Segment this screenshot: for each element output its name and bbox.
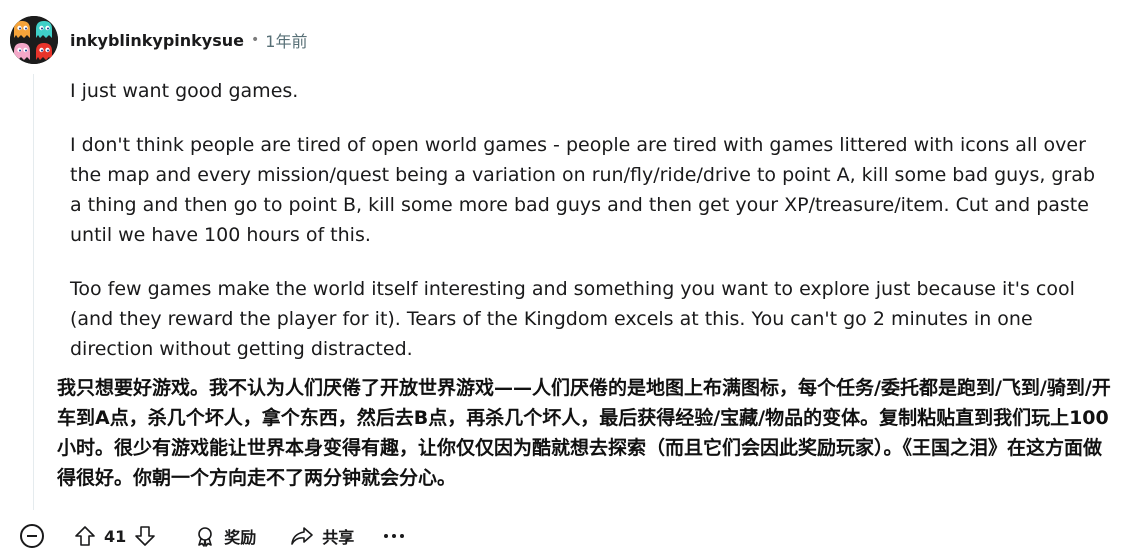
more-dots-icon[interactable] bbox=[384, 524, 405, 548]
comment-paragraph: Too few games make the world itself inte… bbox=[70, 278, 1075, 360]
award-button[interactable]: 奖励 bbox=[194, 524, 256, 548]
award-ribbon-icon bbox=[198, 527, 213, 547]
comment-header: inkyblinkypinkysue • 1年前 bbox=[70, 28, 307, 52]
vote-score: 41 bbox=[104, 526, 127, 546]
username-link[interactable]: inkyblinkypinkysue bbox=[70, 31, 244, 50]
share-button[interactable]: 共享 bbox=[290, 524, 354, 548]
ghosts-avatar-icon bbox=[10, 16, 58, 64]
collapse-circle-icon[interactable] bbox=[20, 524, 44, 548]
upvote-arrow-icon[interactable] bbox=[70, 521, 100, 551]
separator-dot: • bbox=[251, 32, 260, 48]
comment-container: inkyblinkypinkysue • 1年前 I just want goo… bbox=[0, 0, 1147, 559]
comment-action-bar: 41 奖励 共享 bbox=[20, 520, 405, 552]
timestamp[interactable]: 1年前 bbox=[265, 28, 307, 52]
thread-line[interactable] bbox=[33, 74, 34, 510]
award-label: 奖励 bbox=[224, 528, 257, 547]
translation-text: 我只想要好游戏。我不认为人们厌倦了开放世界游戏——人们厌倦的是地图上布满图标，每… bbox=[57, 377, 1111, 489]
vote-group: 41 bbox=[70, 521, 160, 551]
share-arrow-icon bbox=[291, 527, 314, 545]
downvote-arrow-icon[interactable] bbox=[130, 521, 160, 551]
share-label: 共享 bbox=[322, 528, 355, 547]
comment-paragraph: I just want good games. bbox=[70, 80, 299, 102]
avatar[interactable] bbox=[10, 16, 58, 64]
comment-paragraph: I don't think people are tired of open w… bbox=[70, 134, 1096, 246]
